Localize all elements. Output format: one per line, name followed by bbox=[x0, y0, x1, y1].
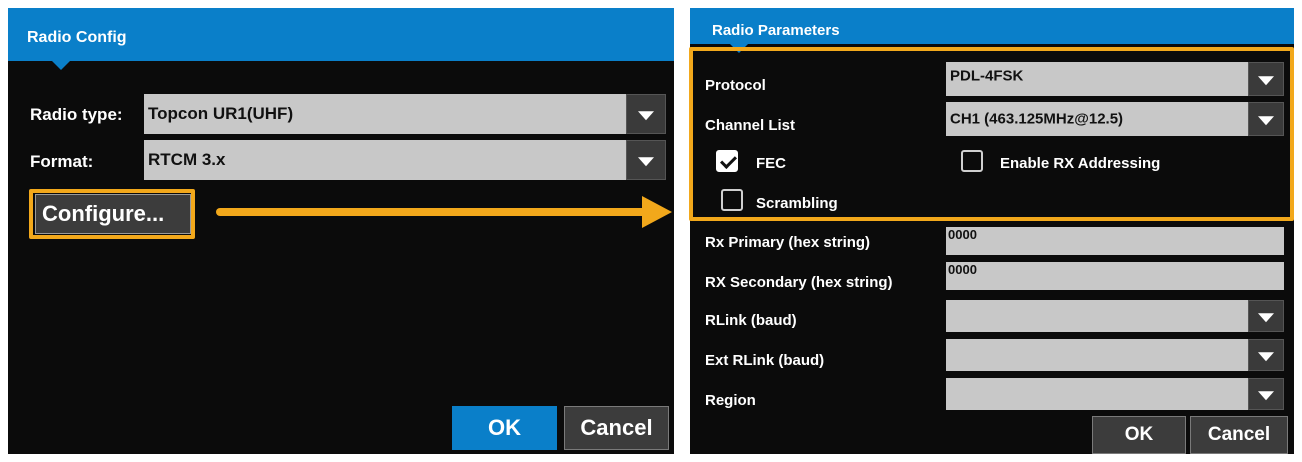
radio-config-titlebar: Radio Config bbox=[8, 8, 674, 61]
rlink-label: RLink (baud) bbox=[705, 312, 797, 329]
channel-list-select[interactable]: CH1 (463.125MHz@12.5) bbox=[946, 102, 1284, 136]
channel-list-label: Channel List bbox=[705, 117, 796, 134]
rx-secondary-input[interactable]: 0000 bbox=[946, 262, 1284, 290]
radio-parameters-titlebar: Radio Parameters bbox=[690, 8, 1294, 44]
rx-primary-label: Rx Primary (hex string) bbox=[705, 234, 871, 251]
configure-button[interactable]: Configure... bbox=[35, 194, 191, 234]
fec-label: FEC bbox=[756, 155, 786, 172]
fec-checkbox[interactable] bbox=[716, 150, 738, 172]
configure-button-label: Configure... bbox=[42, 201, 165, 226]
format-value: RTCM 3.x bbox=[148, 150, 226, 169]
title-notch-icon bbox=[730, 44, 748, 53]
scrambling-label: Scrambling bbox=[756, 195, 838, 212]
radio-type-value: Topcon UR1(UHF) bbox=[148, 104, 294, 123]
dialog-title: Radio Config bbox=[27, 29, 127, 46]
chevron-down-icon[interactable] bbox=[1248, 378, 1284, 410]
ok-button-label: OK bbox=[1124, 424, 1154, 445]
ok-button[interactable]: OK bbox=[452, 406, 557, 450]
protocol-value: PDL-4FSK bbox=[950, 67, 1024, 85]
rx-secondary-value: 0000 bbox=[948, 262, 977, 277]
ok-button[interactable]: OK bbox=[1092, 416, 1186, 454]
region-select[interactable] bbox=[946, 378, 1284, 410]
chevron-down-icon[interactable] bbox=[1248, 62, 1284, 96]
cancel-button[interactable]: Cancel bbox=[1190, 416, 1288, 454]
region-label: Region bbox=[705, 392, 756, 409]
radio-config-dialog: Radio Config Radio type: Topcon UR1(UHF)… bbox=[8, 8, 674, 454]
ok-button-label: OK bbox=[488, 415, 521, 440]
cancel-button[interactable]: Cancel bbox=[564, 406, 669, 450]
ext-rlink-label: Ext RLink (baud) bbox=[705, 352, 825, 369]
title-notch-icon bbox=[52, 61, 70, 70]
protocol-select[interactable]: PDL-4FSK bbox=[946, 62, 1284, 96]
arrow-right-icon bbox=[216, 196, 672, 228]
channel-list-value: CH1 (463.125MHz@12.5) bbox=[950, 110, 1124, 128]
rx-secondary-label: RX Secondary (hex string) bbox=[705, 274, 893, 291]
chevron-down-icon[interactable] bbox=[1248, 300, 1284, 332]
format-select[interactable]: RTCM 3.x bbox=[144, 140, 666, 180]
radio-type-label: Radio type: bbox=[30, 105, 123, 124]
chevron-down-icon[interactable] bbox=[626, 140, 666, 180]
rx-primary-input[interactable]: 0000 bbox=[946, 227, 1284, 255]
rx-primary-value: 0000 bbox=[948, 227, 977, 242]
format-label: Format: bbox=[30, 152, 94, 171]
rlink-select[interactable] bbox=[946, 300, 1284, 332]
chevron-down-icon[interactable] bbox=[626, 94, 666, 134]
cancel-button-label: Cancel bbox=[580, 415, 653, 440]
scrambling-checkbox[interactable] bbox=[721, 189, 743, 211]
enable-rx-addressing-checkbox[interactable] bbox=[961, 150, 983, 172]
dialog-title: Radio Parameters bbox=[712, 22, 840, 39]
chevron-down-icon[interactable] bbox=[1248, 102, 1284, 136]
chevron-down-icon[interactable] bbox=[1248, 339, 1284, 371]
radio-parameters-dialog: Radio Parameters Protocol PDL-4FSK Chann… bbox=[690, 8, 1294, 454]
enable-rx-addressing-label: Enable RX Addressing bbox=[1000, 155, 1161, 172]
cancel-button-label: Cancel bbox=[1207, 424, 1271, 445]
protocol-label: Protocol bbox=[705, 77, 766, 94]
ext-rlink-select[interactable] bbox=[946, 339, 1284, 371]
radio-type-select[interactable]: Topcon UR1(UHF) bbox=[144, 94, 666, 134]
